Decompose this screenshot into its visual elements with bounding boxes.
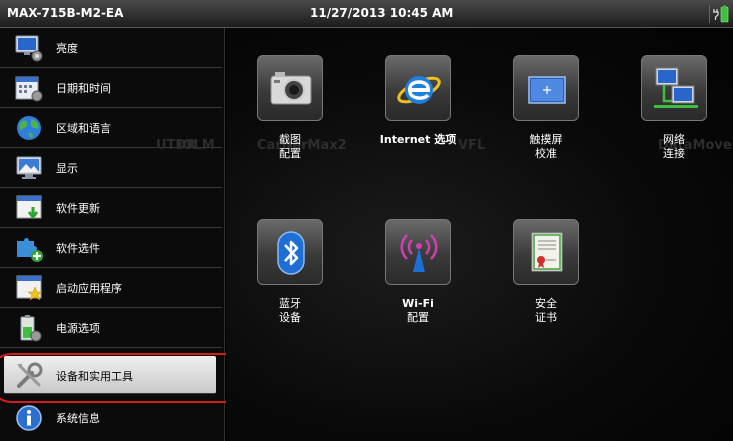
certificate-icon [531, 232, 563, 272]
calendar-icon [15, 76, 43, 102]
tile-icon-box [513, 55, 579, 121]
display-icon [16, 156, 42, 179]
tile-label: 触摸屏 校准 [501, 133, 591, 161]
bluetooth-icon [277, 231, 305, 275]
info-icon [16, 405, 42, 431]
tile-label-line2: 校准 [535, 147, 557, 160]
tile-label-line2: 证书 [535, 311, 557, 324]
sidebar-item-label: 区域和语言 [56, 122, 111, 135]
settings-sidebar: 亮度 日期和时间 区域和语言 显示 软件更新 软件选件 启动应用程序 电源选项 … [0, 28, 225, 441]
tile-label: 安全 证书 [501, 297, 591, 325]
battery-icon [20, 315, 42, 342]
touchscreen-calibration-icon [528, 76, 566, 104]
sidebar-item-label: 启动应用程序 [56, 282, 122, 295]
tile-icon-box [513, 219, 579, 285]
sidebar-item-label: 设备和实用工具 [56, 370, 133, 383]
sidebar-item-label: 电源选项 [56, 322, 100, 335]
tile-security-certificates[interactable]: 安全 证书 [501, 219, 591, 339]
tile-label-line1: 网络 [663, 133, 685, 146]
tile-label-line2: 配置 [279, 147, 301, 160]
power-plug-battery-icon[interactable] [709, 5, 729, 23]
tile-label-line1: 安全 [535, 297, 557, 310]
tile-icon-box [385, 55, 451, 121]
sidebar-item-date-time[interactable]: 日期和时间 [0, 68, 222, 108]
software-update-icon [16, 195, 42, 220]
tile-label-line2: 连接 [663, 147, 685, 160]
tile-label: Internet 选项 [373, 133, 463, 147]
globe-icon [17, 116, 41, 140]
background-label: iOLM [178, 138, 215, 153]
network-icon [654, 67, 698, 108]
tile-label-line2: 设备 [279, 311, 301, 324]
tile-icon-box [257, 219, 323, 285]
tile-wifi-config[interactable]: Wi-Fi 配置 [373, 219, 463, 339]
monitor-settings-icon [15, 35, 43, 62]
internet-explorer-icon [397, 76, 441, 104]
tools-icon [17, 362, 43, 388]
sidebar-item-label: 显示 [56, 162, 78, 175]
camera-icon [270, 72, 312, 105]
title-bar: MAX-715B-M2-EA 11/27/2013 10:45 AM [0, 0, 733, 28]
sidebar-item-display[interactable]: 显示 [0, 148, 222, 188]
tile-label-line1: 蓝牙 [279, 297, 301, 310]
main-panel: UTDR iOLM Carrier torMax2 VFL DataMover … [156, 28, 733, 441]
tile-icon-box [257, 55, 323, 121]
tile-label: 网络 连接 [629, 133, 719, 161]
tile-label-line1: 截图 [279, 133, 301, 146]
date-time: 11/27/2013 10:45 AM [310, 6, 454, 20]
sidebar-item-label: 软件选件 [56, 242, 100, 255]
tile-icon-box [641, 55, 707, 121]
sidebar-item-power-options[interactable]: 电源选项 [0, 308, 222, 348]
sidebar-item-label: 亮度 [56, 42, 78, 55]
tile-screenshot-config[interactable]: 截图 配置 [245, 55, 335, 175]
sidebar-item-label: 日期和时间 [56, 82, 111, 95]
sidebar-item-devices-utilities[interactable]: 设备和实用工具 [4, 356, 216, 394]
sidebar-item-software-update[interactable]: 软件更新 [0, 188, 222, 228]
sidebar-item-system-info[interactable]: 系统信息 [0, 398, 222, 438]
sidebar-item-brightness[interactable]: 亮度 [0, 28, 222, 68]
tile-label: 蓝牙 设备 [245, 297, 335, 325]
wifi-antenna-icon [400, 234, 438, 272]
tile-label-line1: 触摸屏 [529, 133, 563, 146]
sidebar-item-software-options[interactable]: 软件选件 [0, 228, 222, 268]
sidebar-item-label: 软件更新 [56, 202, 100, 215]
tile-bluetooth-devices[interactable]: 蓝牙 设备 [245, 219, 335, 339]
tile-label-line1: Internet 选项 [379, 133, 457, 146]
tile-icon-box [385, 219, 451, 285]
startup-app-icon [16, 275, 43, 301]
tile-network-connections[interactable]: 网络 连接 [629, 55, 719, 175]
tile-label: Wi-Fi 配置 [373, 297, 463, 325]
puzzle-icon [17, 238, 43, 262]
sidebar-item-startup-apps[interactable]: 启动应用程序 [0, 268, 222, 308]
device-name: MAX-715B-M2-EA [7, 6, 124, 20]
sidebar-item-label: 系统信息 [56, 412, 100, 425]
tile-label: 截图 配置 [245, 133, 335, 161]
tile-internet-options[interactable]: Internet 选项 [373, 55, 463, 175]
tile-label-line2: 配置 [407, 311, 429, 324]
tile-label-line1: Wi-Fi [402, 297, 434, 310]
tile-touchscreen-calibration[interactable]: 触摸屏 校准 [501, 55, 591, 175]
